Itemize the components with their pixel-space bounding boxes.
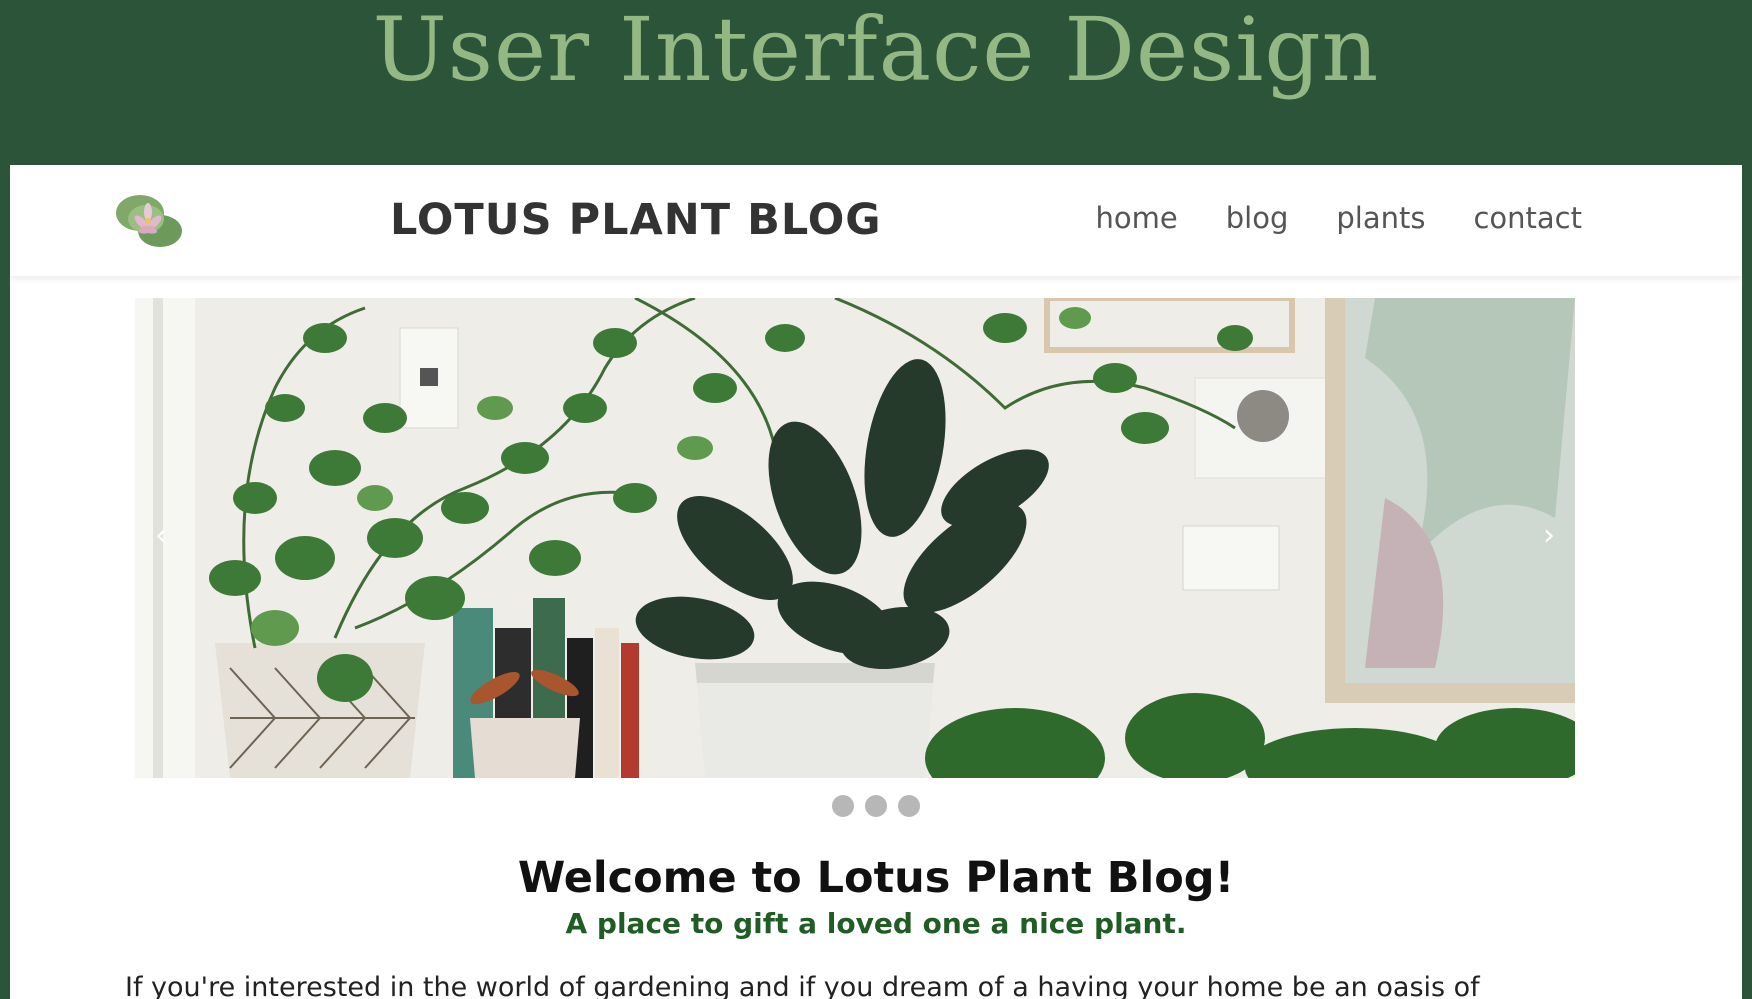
site-brand[interactable]: LOTUS PLANT BLOG bbox=[390, 195, 882, 245]
hero-carousel[interactable]: ‹ › bbox=[135, 298, 1575, 778]
nav-link-plants[interactable]: plants bbox=[1336, 201, 1425, 235]
carousel-prev-icon[interactable]: ‹ bbox=[155, 518, 167, 553]
nav-link-home[interactable]: home bbox=[1096, 201, 1178, 235]
lotus-logo-icon[interactable] bbox=[110, 191, 186, 251]
carousel-indicators bbox=[10, 795, 1742, 817]
main-nav: home blog plants contact bbox=[1096, 201, 1582, 235]
carousel-indicator-3[interactable] bbox=[898, 795, 920, 817]
navbar: LOTUS PLANT BLOG home blog plants contac… bbox=[10, 165, 1742, 276]
nav-link-blog[interactable]: blog bbox=[1226, 201, 1289, 235]
website-screenshot: LOTUS PLANT BLOG home blog plants contac… bbox=[10, 165, 1742, 999]
intro-paragraph: If you're interested in the world of gar… bbox=[125, 972, 1480, 999]
slide-title: User Interface Design bbox=[372, 0, 1380, 101]
welcome-heading: Welcome to Lotus Plant Blog! bbox=[517, 853, 1235, 903]
nav-link-contact[interactable]: contact bbox=[1473, 201, 1582, 235]
tagline: A place to gift a loved one a nice plant… bbox=[565, 907, 1187, 940]
carousel-next-icon[interactable]: › bbox=[1543, 518, 1555, 553]
carousel-indicator-2[interactable] bbox=[865, 795, 887, 817]
carousel-slide-image bbox=[135, 298, 1575, 778]
carousel-indicator-1[interactable] bbox=[832, 795, 854, 817]
